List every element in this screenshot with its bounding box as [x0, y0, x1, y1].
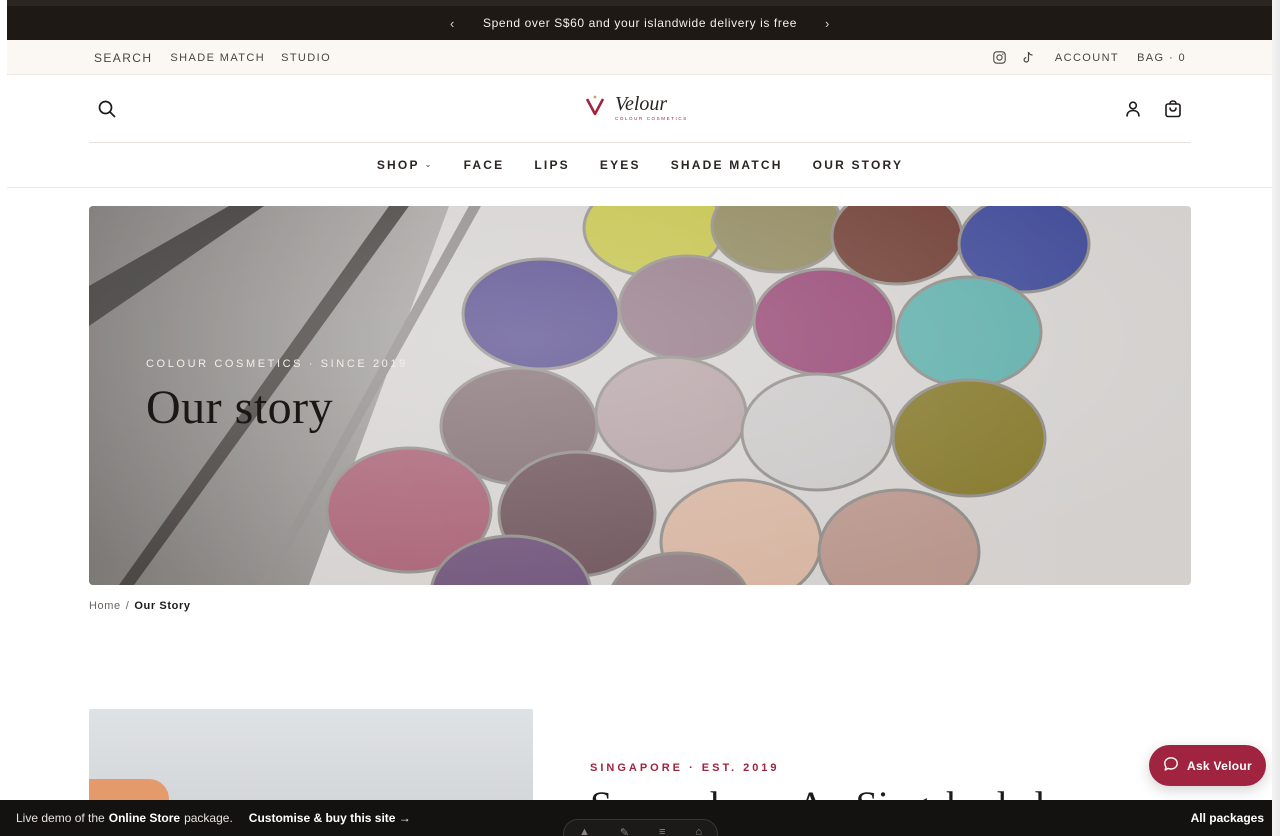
nav-item-shade-match[interactable]: SHADE MATCH	[671, 158, 783, 172]
breadcrumb: Home / Our Story	[89, 600, 191, 612]
instagram-icon[interactable]	[993, 51, 1007, 65]
ask-velour-button[interactable]: Ask Velour	[1149, 745, 1266, 786]
utility-right-links: ACCOUNT BAG · 0	[993, 40, 1186, 75]
tool-icon[interactable]: ⌂	[695, 826, 702, 836]
logo-subtitle: COLOUR COSMETICS	[615, 116, 688, 121]
demo-prefix: Live demo of the	[16, 811, 105, 825]
customise-buy-link[interactable]: Customise & buy this site →	[249, 811, 411, 825]
nav-item-label: SHOP	[376, 158, 420, 172]
tool-icon[interactable]: ▲	[579, 826, 590, 836]
announcement-prev-button[interactable]: ‹	[444, 16, 461, 31]
hero-eyebrow: COLOUR COSMETICS · SINCE 2019	[146, 358, 408, 370]
site-logo[interactable]: Velour COLOUR COSMETICS	[585, 93, 688, 121]
all-packages-link[interactable]: All packages	[1191, 800, 1264, 836]
header-icons	[1123, 99, 1183, 119]
logo-mark-icon	[585, 94, 605, 121]
demo-bar-left: Live demo of the Online Store package. C…	[16, 800, 411, 836]
tiktok-icon[interactable]	[1021, 51, 1035, 65]
right-gutter	[1272, 0, 1280, 836]
demo-toolbar[interactable]: ▲ ✎ ≡ ⌂	[563, 819, 718, 836]
utility-studio-link[interactable]: STUDIO	[281, 52, 331, 64]
account-link[interactable]: ACCOUNT	[1055, 52, 1119, 64]
utility-shade-match-link[interactable]: SHADE MATCH	[170, 52, 265, 64]
ask-velour-label: Ask Velour	[1186, 758, 1253, 773]
bag-icon[interactable]	[1163, 99, 1183, 119]
bag-link[interactable]: BAG · 0	[1137, 52, 1186, 64]
announcement-text: Spend over S$60 and your islandwide deli…	[482, 16, 798, 30]
tool-icon[interactable]: ≡	[659, 826, 665, 836]
breadcrumb-separator: /	[125, 600, 130, 612]
hero-banner: COLOUR COSMETICS · SINCE 2019 Our story	[89, 206, 1191, 585]
utility-bar: SEARCH SHADE MATCH STUDIO ACCOUNT BAG · …	[7, 40, 1273, 75]
demo-suffix: package.	[184, 811, 233, 825]
nav-item-lips[interactable]: LIPS	[534, 158, 569, 172]
nav-item-shop[interactable]: SHOP ⌄	[377, 158, 434, 172]
story-image	[89, 709, 533, 809]
page: ‹ Spend over S$60 and your islandwide de…	[0, 0, 1280, 836]
logo-wordmark: Velour COLOUR COSMETICS	[615, 93, 688, 121]
nav-item-face[interactable]: FACE	[464, 158, 505, 172]
demo-bar: Live demo of the Online Store package. C…	[0, 800, 1280, 836]
chevron-down-icon: ⌄	[424, 159, 434, 169]
breadcrumb-current: Our Story	[134, 600, 191, 612]
search-icon[interactable]	[97, 99, 117, 119]
utility-search-link[interactable]: SEARCH	[94, 51, 152, 65]
announcement-bar: ‹ Spend over S$60 and your islandwide de…	[7, 0, 1273, 40]
chat-bubble-icon	[1163, 756, 1179, 775]
main-header: Velour COLOUR COSMETICS	[7, 75, 1273, 143]
demo-package: Online Store	[108, 811, 181, 825]
main-nav: SHOP ⌄ FACE LIPS EYES SHADE MATCH OUR ST…	[7, 143, 1273, 188]
logo-name: Velour	[615, 93, 668, 115]
account-icon[interactable]	[1123, 99, 1143, 119]
announcement-next-button[interactable]: ›	[819, 16, 836, 31]
story-eyebrow: SINGAPORE · EST. 2019	[590, 762, 780, 774]
breadcrumb-home-link[interactable]: Home	[89, 600, 121, 612]
utility-left-links: SEARCH SHADE MATCH STUDIO	[94, 40, 331, 75]
tool-icon[interactable]: ✎	[620, 826, 629, 836]
nav-item-eyes[interactable]: EYES	[600, 158, 641, 172]
nav-item-our-story[interactable]: OUR STORY	[813, 158, 903, 172]
hero-title: Our story	[146, 381, 334, 434]
